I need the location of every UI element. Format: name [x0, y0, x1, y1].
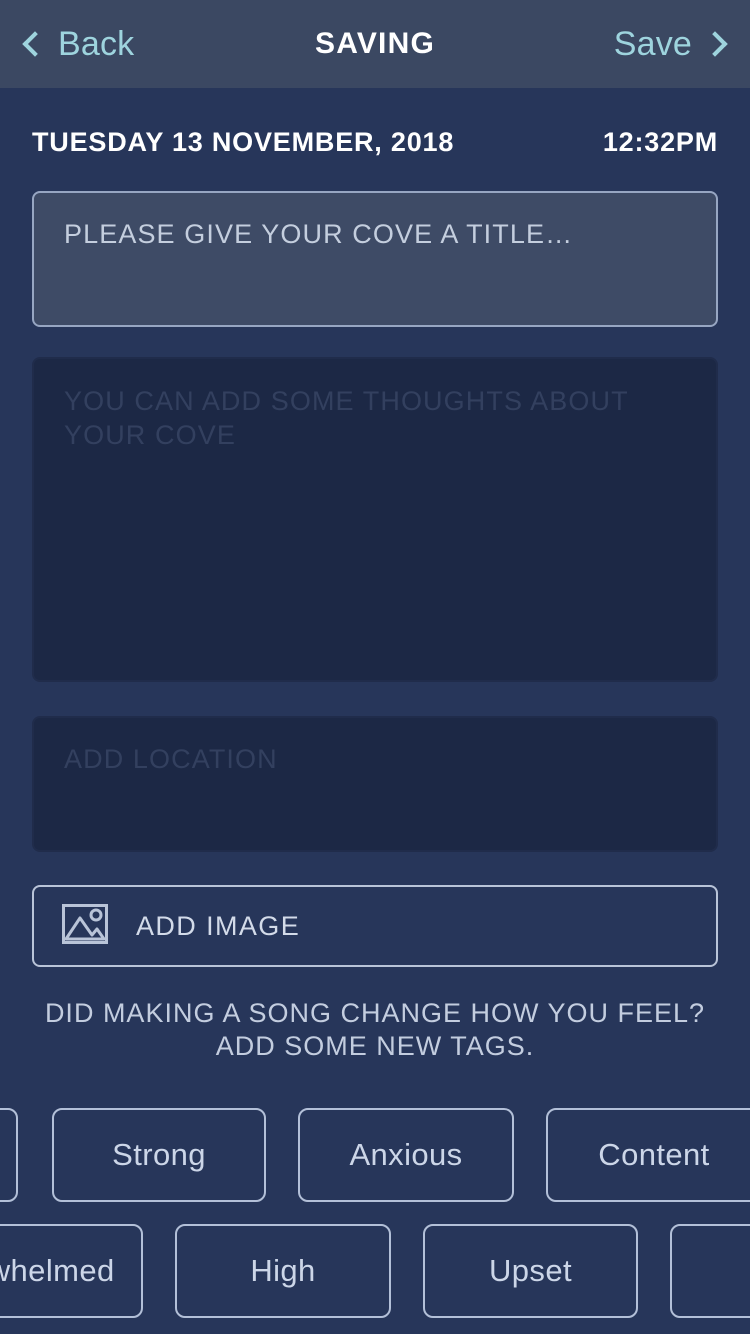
entry-datetime-row: TUESDAY 13 NOVEMBER, 2018 12:32PM	[0, 118, 750, 166]
entry-date: TUESDAY 13 NOVEMBER, 2018	[32, 127, 454, 158]
tag-prompt-line2: ADD SOME NEW TAGS.	[0, 1030, 750, 1063]
saving-screen: Back Save SAVING TUESDAY 13 NOVEMBER, 20…	[0, 0, 750, 1334]
tag-chip[interactable]: Anxious	[298, 1108, 514, 1202]
tag-chip[interactable]: M	[670, 1224, 750, 1318]
chevron-left-icon	[22, 31, 47, 56]
tag-chip[interactable]: High	[175, 1224, 391, 1318]
cove-notes-placeholder: YOU CAN ADD SOME THOUGHTS ABOUT YOUR COV…	[64, 386, 628, 450]
cove-title-input[interactable]: PLEASE GIVE YOUR COVE A TITLE…	[32, 191, 718, 327]
tag-prompt-line1: DID MAKING A SONG CHANGE HOW YOU FEEL?	[0, 997, 750, 1030]
cove-title-placeholder: PLEASE GIVE YOUR COVE A TITLE…	[64, 219, 573, 249]
cove-notes-textarea[interactable]: YOU CAN ADD SOME THOUGHTS ABOUT YOUR COV…	[32, 357, 718, 682]
tag-row-1[interactable]: Strong Anxious Content	[0, 1108, 750, 1202]
entry-time: 12:32PM	[603, 127, 718, 158]
tag-chip[interactable]: Content	[546, 1108, 750, 1202]
tag-chip[interactable]: Strong	[52, 1108, 266, 1202]
add-image-button[interactable]: ADD IMAGE	[32, 885, 718, 967]
tag-chip[interactable]: …whelmed	[0, 1224, 143, 1318]
image-placeholder-icon	[62, 904, 108, 949]
tag-row-2[interactable]: …whelmed High Upset M	[0, 1224, 750, 1318]
location-input[interactable]: ADD LOCATION	[32, 716, 718, 852]
navigation-bar: Back Save SAVING	[0, 0, 750, 88]
chevron-right-icon	[702, 31, 727, 56]
add-image-label: ADD IMAGE	[136, 911, 300, 942]
tag-chip[interactable]	[0, 1108, 18, 1202]
save-button[interactable]: Save	[614, 25, 724, 64]
tag-chip[interactable]: Upset	[423, 1224, 638, 1318]
tag-prompt: DID MAKING A SONG CHANGE HOW YOU FEEL? A…	[0, 997, 750, 1063]
back-button-label: Back	[58, 25, 134, 64]
save-button-label: Save	[614, 25, 692, 64]
back-button[interactable]: Back	[26, 25, 134, 64]
location-placeholder: ADD LOCATION	[64, 744, 278, 774]
